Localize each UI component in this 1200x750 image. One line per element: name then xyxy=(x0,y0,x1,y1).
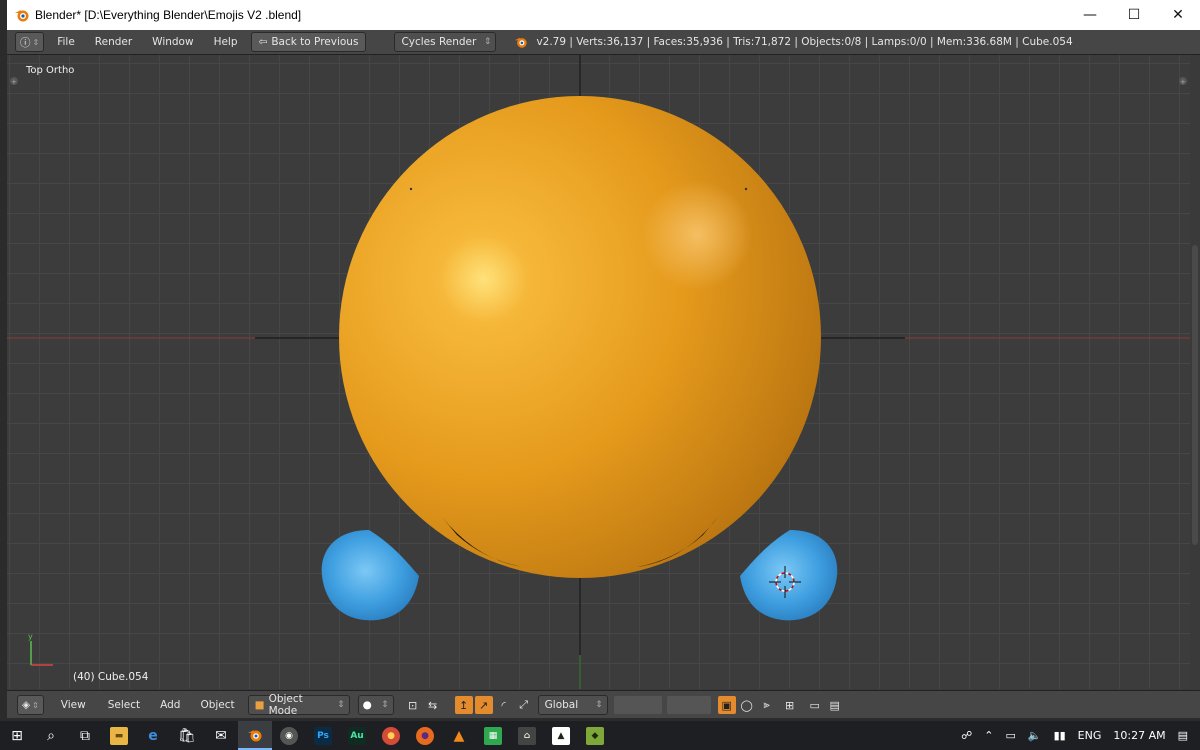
blender-logo-icon xyxy=(515,37,528,48)
store-icon[interactable]: 🛍 xyxy=(170,721,204,750)
snap-element-icon[interactable]: ⊞ xyxy=(781,696,799,714)
minimize-button[interactable]: — xyxy=(1068,0,1112,30)
back-arrow-icon: ⇦ xyxy=(258,36,268,48)
editor-type-3dview-button[interactable]: ◈ ⇕ xyxy=(17,695,44,715)
clock[interactable]: 10:27 AM xyxy=(1113,729,1165,742)
windows-start-icon[interactable]: ⊞ xyxy=(0,721,34,750)
window-title: Blender* [D:\Everything Blender\Emojis V… xyxy=(35,8,302,22)
blender-taskbar-icon[interactable] xyxy=(238,721,272,750)
viewport-shading-select[interactable]: ● xyxy=(357,695,394,715)
people-icon[interactable]: ☍ xyxy=(961,729,972,742)
search-icon[interactable]: ⌕ xyxy=(34,721,68,750)
title-bar: Blender* [D:\Everything Blender\Emojis V… xyxy=(7,0,1200,30)
menu-help[interactable]: Help xyxy=(207,33,245,51)
area-split-widget-icon: + xyxy=(1179,77,1187,86)
editor-type-button[interactable]: ⓘ ⇕ xyxy=(15,32,45,52)
scrollbar-thumb[interactable] xyxy=(1192,245,1198,545)
svg-text:+: + xyxy=(1180,78,1186,86)
network-app-icon[interactable]: ⌂ xyxy=(510,721,544,750)
task-view-icon[interactable]: ⧉ xyxy=(68,721,102,750)
3d-viewport[interactable]: y + + Top Ortho (40) Cube.054 xyxy=(7,55,1190,689)
proportional-edit-icon[interactable]: ◯ xyxy=(738,696,756,714)
layers-app-icon[interactable]: ◆ xyxy=(578,721,612,750)
emoji-face-highlight xyxy=(642,180,752,290)
menu-window[interactable]: Window xyxy=(145,33,200,51)
info-header: ⓘ ⇕ File Render Window Help ⇦ Back to Pre… xyxy=(7,30,1200,55)
back-to-previous-button[interactable]: ⇦ Back to Previous xyxy=(250,32,367,52)
obs-icon[interactable]: ◉ xyxy=(272,721,306,750)
cube-icon: ■ xyxy=(254,699,265,711)
left-hand-sphere xyxy=(321,530,419,621)
view-label: Top Ortho xyxy=(26,65,75,76)
right-hand-sphere xyxy=(740,530,838,621)
blender-window: Blender* [D:\Everything Blender\Emojis V… xyxy=(7,0,1200,718)
battery-icon[interactable]: ▭ xyxy=(1005,729,1015,742)
opengl-render-icon[interactable]: ▭ xyxy=(806,696,824,714)
snap-icon[interactable]: ⫸ xyxy=(758,696,776,714)
scale-tool-icon[interactable]: ⤢ xyxy=(515,696,533,714)
lock-layers-icon[interactable]: ▣ xyxy=(717,696,736,714)
scene-stats: v2.79 | Verts:36,137 | Faces:35,936 | Tr… xyxy=(536,36,1073,48)
menu-file[interactable]: File xyxy=(50,33,82,51)
chevron-up-icon[interactable]: ⌃ xyxy=(984,729,993,742)
layer-buttons-left[interactable] xyxy=(613,696,662,714)
viewport-scene: y + + xyxy=(7,55,1190,689)
firefox-icon[interactable]: ● xyxy=(408,721,442,750)
image-viewer-icon[interactable]: ▲ xyxy=(544,721,578,750)
menu-add[interactable]: Add xyxy=(153,696,187,714)
area-split-widget-icon: + xyxy=(10,77,18,86)
emoji-face-sphere xyxy=(339,96,821,578)
notifications-icon[interactable]: ▤ xyxy=(1178,729,1188,742)
back-to-previous-label: Back to Previous xyxy=(271,36,359,48)
maximize-button[interactable]: ☐ xyxy=(1112,0,1156,30)
mail-icon[interactable]: ✉ xyxy=(204,721,238,750)
blender-logo-icon xyxy=(15,10,29,22)
object-mode-select[interactable]: ■ Object Mode xyxy=(247,693,350,717)
pivot-point-icon[interactable]: ⊡ xyxy=(404,696,422,714)
chrome-icon[interactable]: ● xyxy=(374,721,408,750)
active-object-label: (40) Cube.054 xyxy=(73,671,149,683)
menu-render[interactable]: Render xyxy=(88,33,139,51)
object-mode-label: Object Mode xyxy=(268,693,303,717)
speaker-icon[interactable]: 🔈 xyxy=(1028,729,1042,742)
translate-manipulator-icon[interactable]: ↥ xyxy=(454,696,473,714)
chevron-updown-icon: ⇕ xyxy=(32,37,40,47)
scale-manipulator-icon[interactable]: ◜ xyxy=(495,696,513,714)
windows-taskbar: ⊞ ⌕ ⧉ ▬ e 🛍 ✉ ◉ Ps Au ● ● ▲ ▦ ⌂ ▲ ◆ ☍ ⌃ … xyxy=(0,721,1200,750)
edge-browser-icon[interactable]: e xyxy=(136,721,170,750)
vlc-icon[interactable]: ▲ xyxy=(442,721,476,750)
rotate-manipulator-icon[interactable]: ↗ xyxy=(474,696,493,714)
opengl-render-animation-icon[interactable]: ▤ xyxy=(826,696,844,714)
menu-view[interactable]: View xyxy=(54,696,93,714)
audition-icon[interactable]: Au xyxy=(340,721,374,750)
language-indicator[interactable]: ENG xyxy=(1078,729,1102,742)
3d-view-icon: ◈ xyxy=(22,699,31,711)
svg-text:+: + xyxy=(11,78,17,86)
layer-buttons-right[interactable] xyxy=(666,696,711,714)
chevron-updown-icon: ⇕ xyxy=(32,700,39,710)
3d-view-header: ◈ ⇕ View Select Add Object ■ Object Mode … xyxy=(7,690,1200,718)
photos-icon[interactable]: ▦ xyxy=(476,721,510,750)
menu-select[interactable]: Select xyxy=(101,696,147,714)
file-explorer-icon[interactable]: ▬ xyxy=(102,721,136,750)
render-engine-select[interactable]: Cycles Render xyxy=(394,32,497,52)
network-icon[interactable]: ▮▮ xyxy=(1054,729,1066,742)
info-icon: ⓘ xyxy=(20,36,31,49)
blender-logo-icon xyxy=(248,729,262,741)
manipulator-toggle-icon[interactable]: ⇆ xyxy=(424,696,442,714)
axis-gizmo-icon: y xyxy=(28,632,53,666)
viewport-scrollbar[interactable] xyxy=(1190,55,1200,689)
solid-shading-icon: ● xyxy=(362,699,372,711)
transform-orientation-select[interactable]: Global xyxy=(537,695,608,715)
system-tray: ☍ ⌃ ▭ 🔈 ▮▮ ENG 10:27 AM ▤ xyxy=(955,721,1200,750)
svg-text:y: y xyxy=(28,632,33,641)
menu-object[interactable]: Object xyxy=(193,696,241,714)
close-button[interactable]: ✕ xyxy=(1156,0,1200,30)
photoshop-icon[interactable]: Ps xyxy=(306,721,340,750)
